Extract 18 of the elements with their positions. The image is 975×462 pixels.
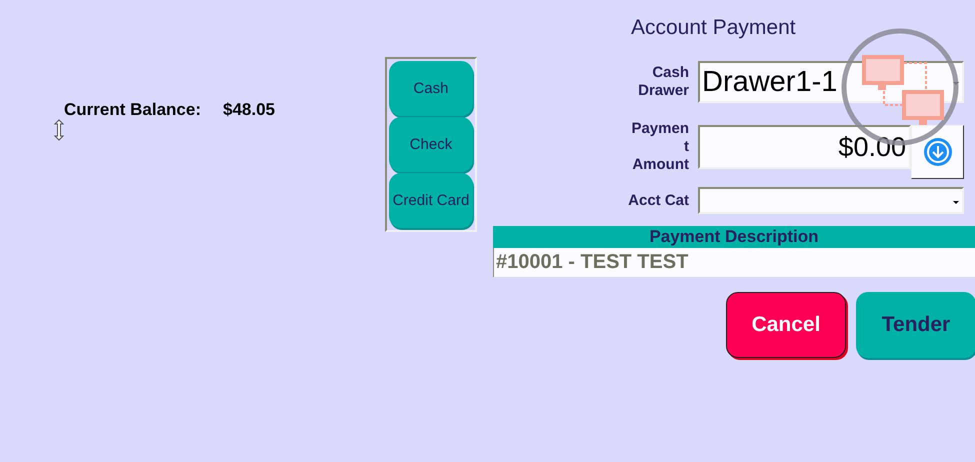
- tender-button[interactable]: Tender: [856, 292, 975, 358]
- amount-field[interactable]: $0.00: [698, 125, 911, 169]
- cancel-button[interactable]: Cancel: [726, 292, 846, 358]
- payment-method-button[interactable]: Cash: [388, 61, 473, 116]
- payment-method-button[interactable]: Check: [388, 117, 473, 172]
- field-label: Paymen t Amount: [630, 120, 690, 174]
- payment-method-button[interactable]: Credit Card: [388, 173, 473, 228]
- field-label: Cash Drawer: [637, 64, 690, 100]
- keypad-button[interactable]: [911, 125, 964, 179]
- balance-label: Current Balance:: [64, 100, 201, 120]
- description-field[interactable]: #10001 - TEST TEST: [493, 248, 975, 277]
- balance-value: $48.05: [222, 100, 275, 120]
- dropdown-field[interactable]: [698, 187, 964, 214]
- description-heading: Payment Description: [493, 226, 975, 248]
- field-label: Acct Cat: [627, 192, 690, 210]
- arrow-down-icon: [922, 137, 952, 167]
- dialog-title: Account Payment: [631, 16, 797, 41]
- resize-cursor-icon: [54, 119, 64, 141]
